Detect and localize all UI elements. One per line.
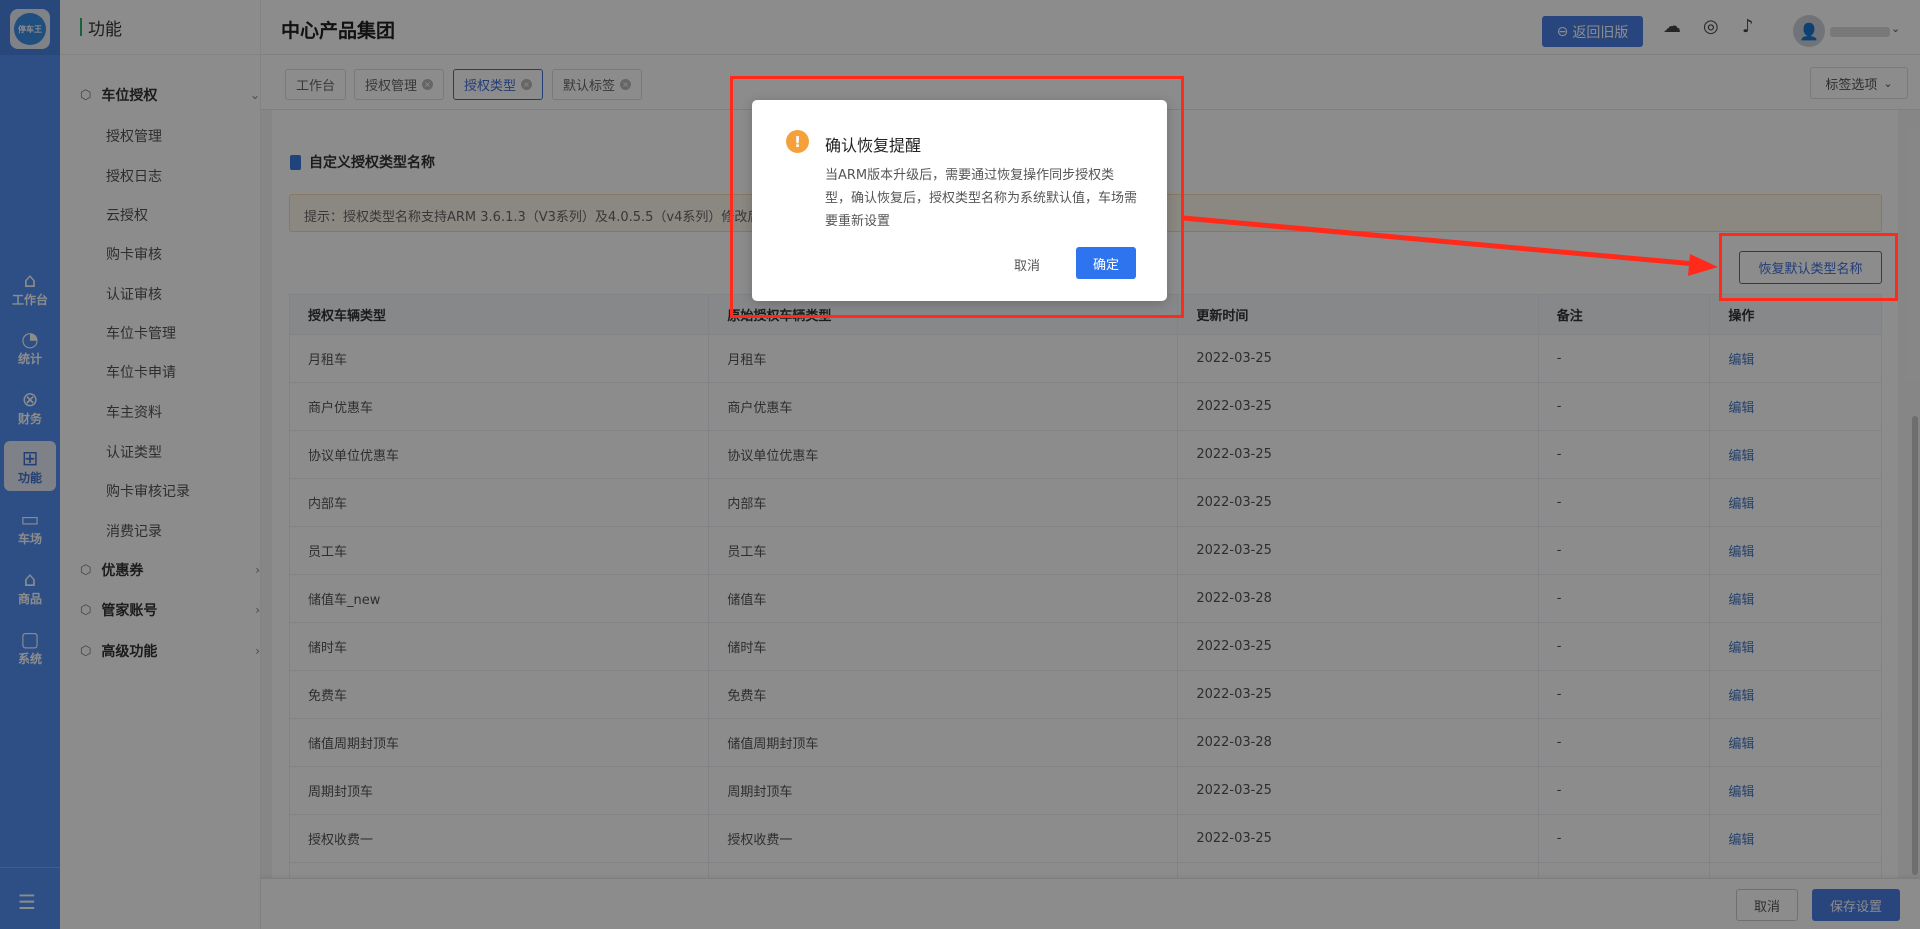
annotation-arrow — [1182, 215, 1718, 276]
